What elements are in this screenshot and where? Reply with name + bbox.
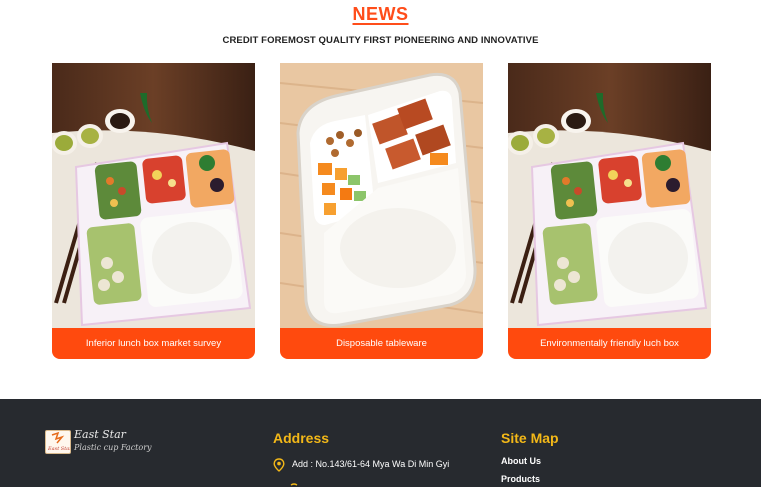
- news-card[interactable]: Environmentally friendly luch box: [508, 63, 711, 359]
- news-title: NEWS: [352, 4, 409, 24]
- phone-icon: [290, 483, 298, 486]
- card-caption[interactable]: Disposable tableware: [280, 328, 483, 359]
- address-heading: Address: [273, 430, 330, 446]
- logo-tagline: Plastic cup Factory: [74, 443, 152, 452]
- lunch-box-image: [280, 63, 483, 328]
- sitemap-link-about-us[interactable]: About Us: [501, 456, 541, 466]
- lunch-box-image: [52, 63, 255, 328]
- svg-text:East Star: East Star: [47, 446, 70, 452]
- news-card[interactable]: Inferior lunch box market survey: [52, 63, 255, 359]
- address-line: Add : No.143/61-64 Mya Wa Di Min Gyi: [292, 459, 450, 469]
- logo-badge[interactable]: East Star: [45, 430, 72, 454]
- card-caption[interactable]: Environmentally friendly luch box: [508, 328, 711, 359]
- footer: East Star East Star Plastic cup Factory …: [0, 399, 761, 487]
- sitemap-heading: Site Map: [501, 430, 559, 446]
- news-card[interactable]: Disposable tableware: [280, 63, 483, 359]
- logo-name: East Star: [74, 428, 126, 441]
- lunch-box-image: [508, 63, 711, 328]
- card-caption[interactable]: Inferior lunch box market survey: [52, 328, 255, 359]
- logo-icon: East Star: [47, 431, 72, 452]
- sitemap-link-products[interactable]: Products: [501, 474, 540, 484]
- location-pin-icon: [273, 458, 285, 472]
- news-subtitle: CREDIT FOREMOST QUALITY FIRST PIONEERING…: [222, 35, 539, 46]
